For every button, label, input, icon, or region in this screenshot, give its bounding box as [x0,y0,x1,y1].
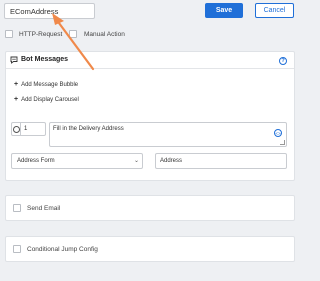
annotation-arrow-icon [52,13,95,71]
